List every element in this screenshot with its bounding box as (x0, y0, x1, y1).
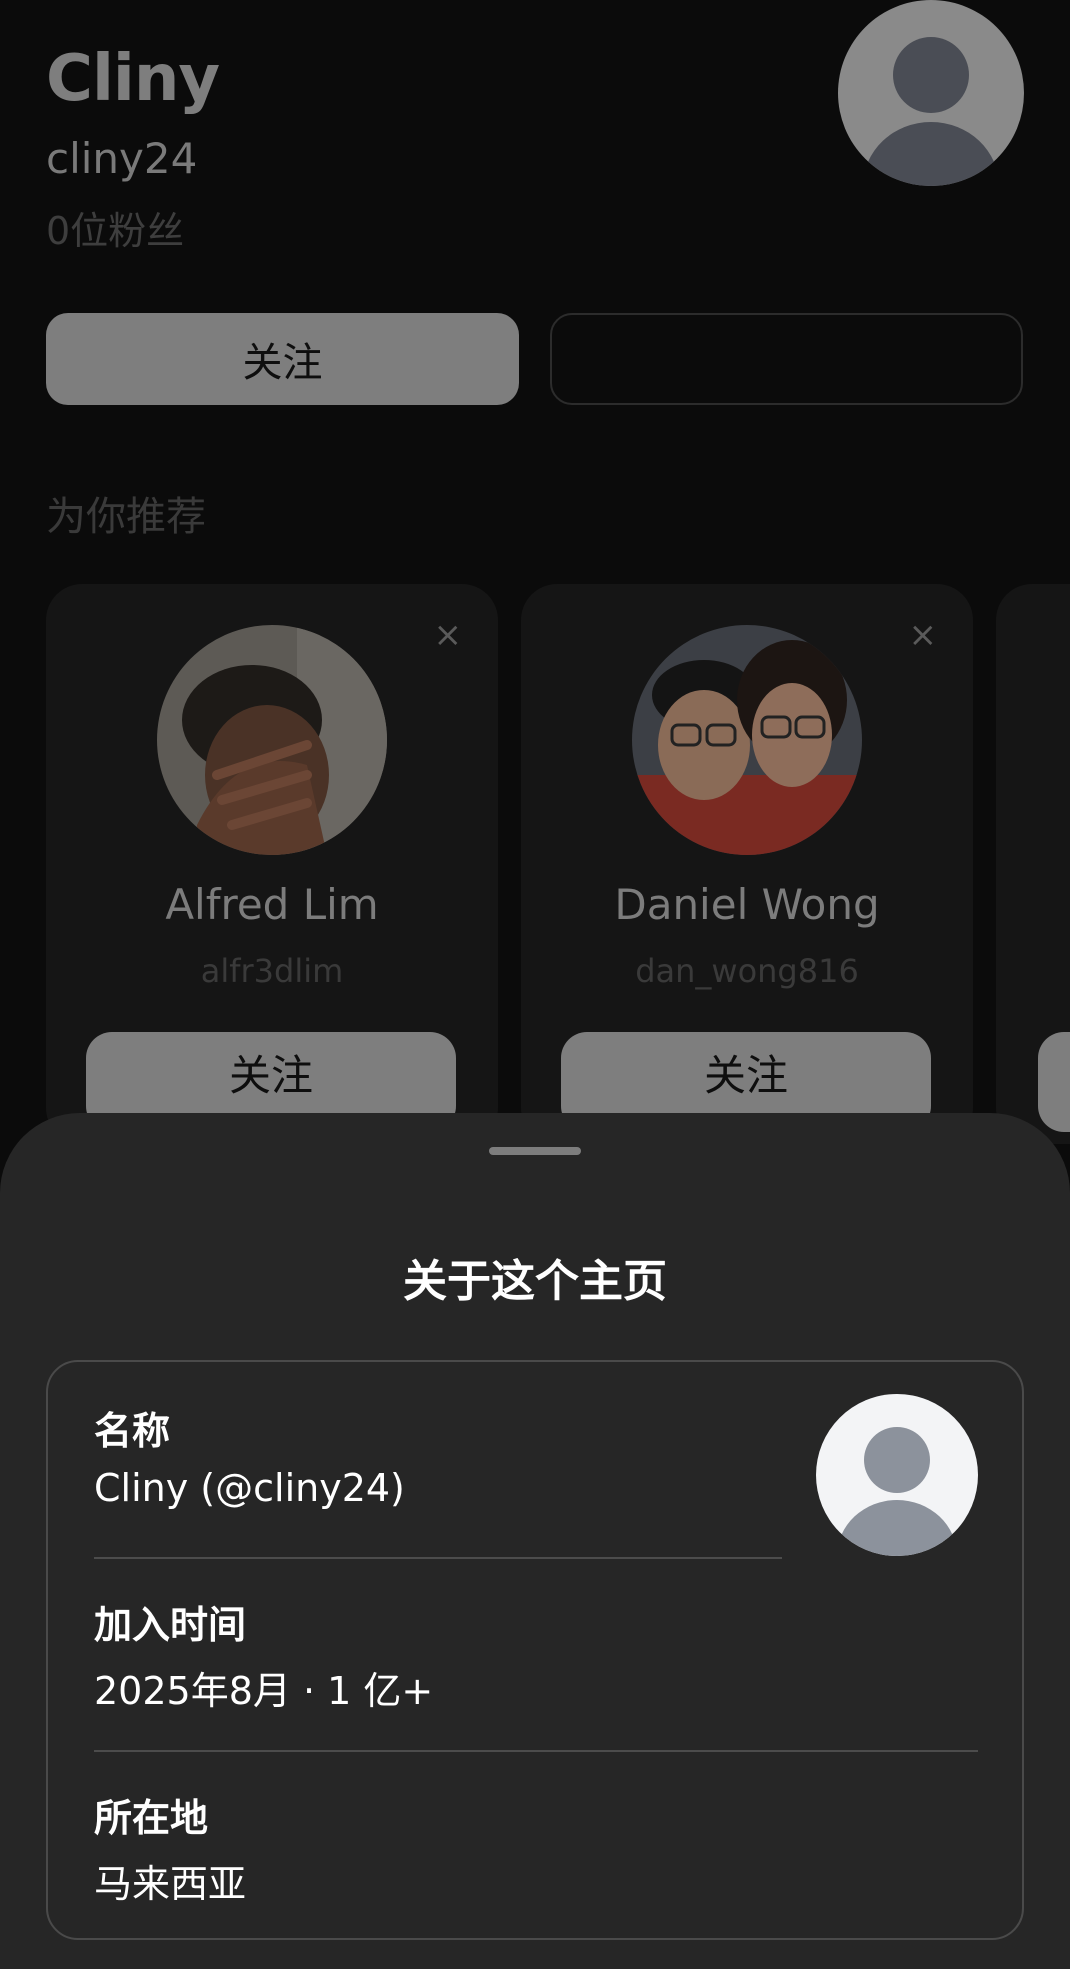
avatar-placeholder-icon (837, 1427, 957, 1556)
user-photo[interactable] (157, 625, 387, 855)
name-value: Cliny (@cliny24) (94, 1466, 405, 1510)
sheet-drag-handle[interactable] (489, 1147, 581, 1155)
location-label: 所在地 (94, 1796, 209, 1840)
profile-info-card: 名称 Cliny (@cliny24) 加入时间 2025年8月 · 1 亿+ … (46, 1360, 1024, 1940)
info-avatar (816, 1394, 978, 1556)
secondary-action-button[interactable] (550, 313, 1023, 405)
name-label: 名称 (94, 1409, 171, 1453)
about-profile-sheet: 关于这个主页 名称 Cliny (@cliny24) 加入时间 2025年8月 … (0, 1113, 1070, 1969)
user-name: Alfred Lim (165, 880, 379, 929)
recommendation-card[interactable]: × Alfred Lim alfr3dlim 关注 (46, 584, 498, 1144)
profile-avatar[interactable] (838, 0, 1024, 186)
profile-username: cliny24 (46, 134, 198, 183)
recommendations-heading: 为你推荐 (46, 494, 206, 540)
recommendation-card[interactable]: × Daniel Wong dan_wong816 关注 (521, 584, 973, 1144)
avatar-placeholder-icon (863, 37, 999, 186)
divider (94, 1750, 978, 1752)
user-photo[interactable] (632, 625, 862, 855)
close-icon[interactable]: × (434, 618, 463, 652)
user-name: Daniel Wong (614, 880, 880, 929)
follower-count[interactable]: 0位粉丝 (46, 200, 184, 255)
divider (94, 1557, 782, 1559)
close-icon[interactable]: × (909, 618, 938, 652)
user-handle: alfr3dlim (200, 952, 344, 990)
location-value: 马来西亚 (94, 1862, 247, 1906)
recommendation-card-partial[interactable] (996, 584, 1070, 1144)
joined-label: 加入时间 (94, 1603, 247, 1647)
user-handle: dan_wong816 (635, 952, 859, 990)
profile-display-name: Cliny (46, 42, 220, 116)
follow-button[interactable]: 关注 (46, 313, 519, 405)
sheet-title: 关于这个主页 (403, 1256, 667, 1307)
follow-button[interactable] (1038, 1032, 1070, 1132)
joined-value: 2025年8月 · 1 亿+ (94, 1669, 434, 1713)
